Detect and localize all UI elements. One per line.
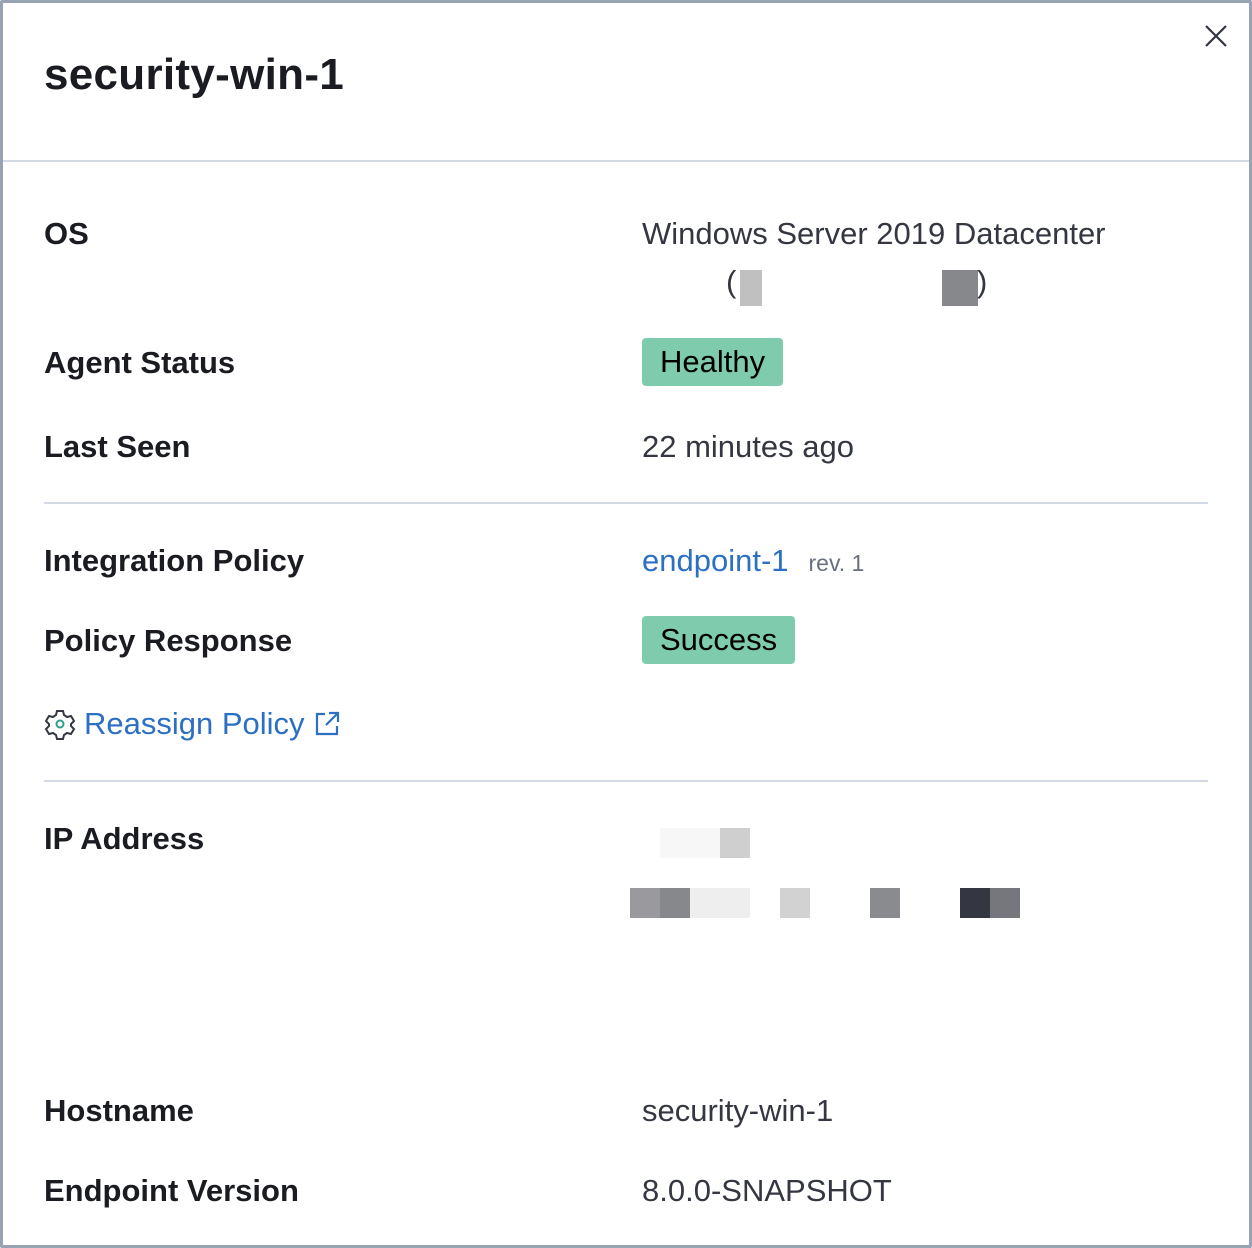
policy-link[interactable]: endpoint-1 — [642, 543, 789, 578]
ip-address-label: IP Address — [44, 821, 205, 856]
hostname-label: Hostname — [44, 1093, 194, 1128]
integration-policy-value: endpoint-1 rev. 1 — [642, 543, 864, 579]
integration-policy-label: Integration Policy — [44, 543, 305, 578]
os-label: OS — [44, 216, 89, 251]
header-divider — [3, 160, 1249, 162]
agent-status-label: Agent Status — [44, 345, 236, 380]
policy-response-label: Policy Response — [44, 623, 293, 658]
os-paren-close: ) — [977, 264, 988, 299]
redacted-block — [942, 270, 978, 306]
external-link-icon — [315, 711, 339, 736]
close-icon[interactable] — [1202, 22, 1230, 50]
divider — [44, 780, 1208, 782]
hostname-value: security-win-1 — [642, 1093, 834, 1128]
redacted-block — [740, 270, 762, 306]
policy-response-badge[interactable]: Success — [642, 616, 796, 664]
gear-icon — [44, 710, 76, 740]
endpoint-version-label: Endpoint Version — [44, 1173, 299, 1208]
os-paren-open: ( — [726, 264, 737, 299]
last-seen-label: Last Seen — [44, 429, 191, 464]
os-value: Windows Server 2019 Datacenter — [642, 216, 1106, 251]
last-seen-value: 22 minutes ago — [642, 429, 854, 464]
divider — [44, 502, 1208, 504]
policy-revision: rev. 1 — [808, 550, 865, 576]
flyout-title: security-win-1 — [44, 50, 345, 99]
reassign-policy-link[interactable]: Reassign Policy — [44, 706, 341, 742]
reassign-policy-label: Reassign Policy — [84, 706, 305, 741]
agent-status-badge: Healthy — [642, 338, 784, 386]
endpoint-version-value: 8.0.0-SNAPSHOT — [642, 1173, 892, 1208]
